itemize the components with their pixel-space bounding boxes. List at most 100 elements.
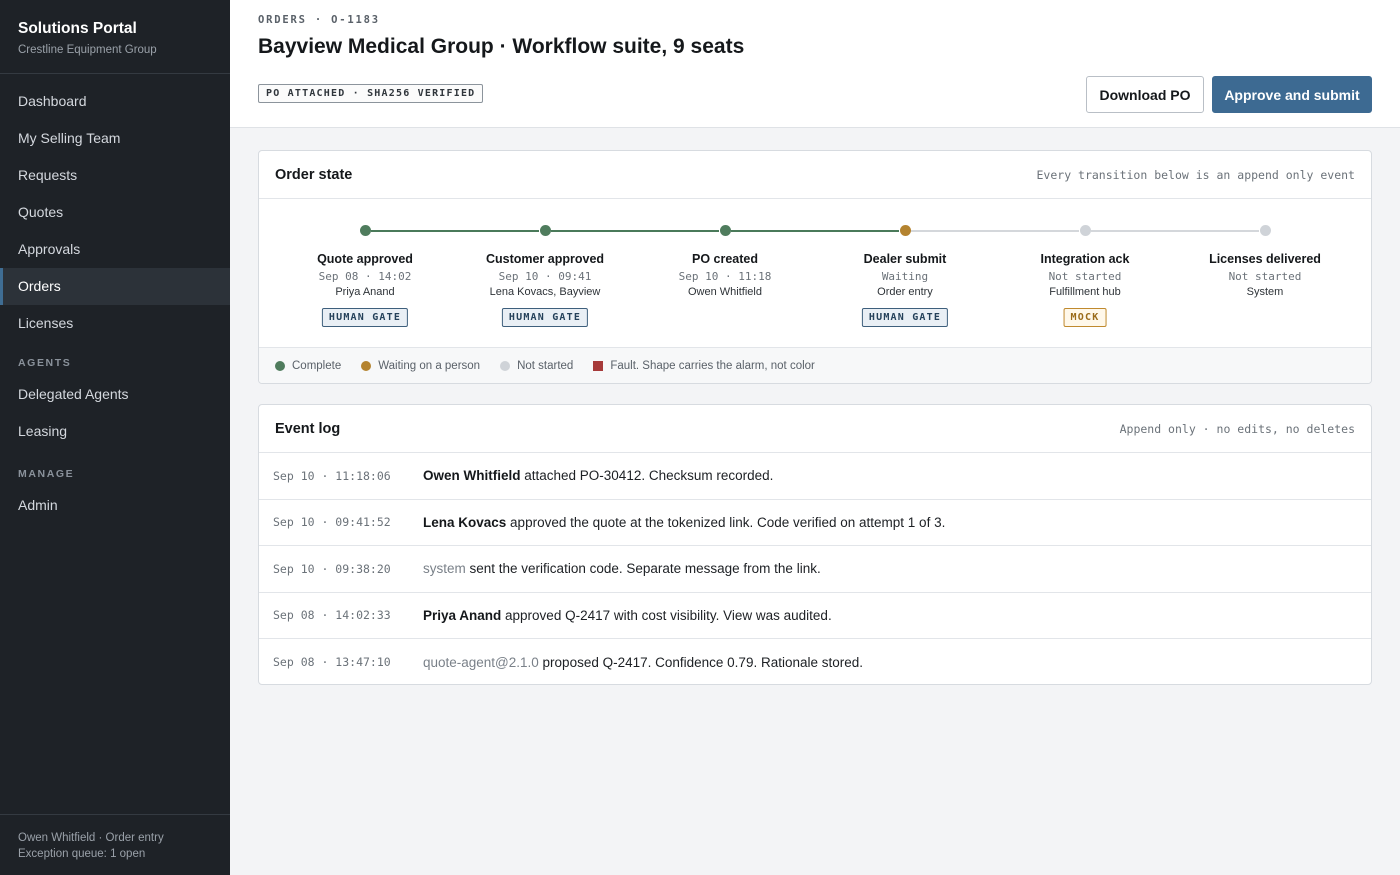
legend-label: Waiting on a person bbox=[378, 360, 481, 372]
sidebar-footer: Owen Whitfield · Order entry Exception q… bbox=[0, 814, 230, 875]
step-time: Waiting bbox=[881, 270, 929, 283]
legend-complete: Complete bbox=[275, 360, 341, 372]
step-actor: Lena Kovacs, Bayview bbox=[489, 286, 601, 298]
nav-section-manage: MANAGE bbox=[18, 468, 75, 480]
event-message: Priya Anand approved Q-2417 with cost vi… bbox=[423, 608, 832, 623]
step-actor: Fulfillment hub bbox=[1049, 286, 1121, 298]
sidebar-item-my-selling-team[interactable]: My Selling Team bbox=[0, 120, 230, 157]
status-dot-not-started bbox=[1080, 225, 1091, 236]
sidebar-item-requests[interactable]: Requests bbox=[0, 157, 230, 194]
event-actor: Lena Kovacs bbox=[423, 514, 507, 530]
event-text: proposed Q-2417. Confidence 0.79. Ration… bbox=[538, 654, 864, 670]
event-message: Lena Kovacs approved the quote at the to… bbox=[423, 515, 945, 530]
breadcrumb[interactable]: ORDERS · O-1183 bbox=[258, 14, 1372, 26]
not-started-dot-icon bbox=[500, 361, 511, 371]
event-log-header: Event log Append only · no edits, no del… bbox=[259, 405, 1371, 453]
sidebar-item-quotes[interactable]: Quotes bbox=[0, 194, 230, 231]
step-time: Not started bbox=[1048, 270, 1122, 283]
event-text: sent the verification code. Separate mes… bbox=[465, 561, 821, 577]
track-segment bbox=[551, 230, 719, 232]
event-time: Sep 10 · 09:41:52 bbox=[273, 515, 391, 530]
step-name: Integration ack bbox=[1040, 252, 1130, 266]
event-actor: Owen Whitfield bbox=[423, 468, 521, 484]
step-actor: System bbox=[1246, 286, 1284, 298]
event-message: system sent the verification code. Separ… bbox=[423, 561, 821, 576]
page-title: Bayview Medical Group · Workflow suite, … bbox=[258, 35, 745, 58]
legend-not-started: Not started bbox=[500, 360, 573, 372]
download-po-button[interactable]: Download PO bbox=[1086, 76, 1204, 113]
status-dot-not-started bbox=[1260, 225, 1271, 236]
nav-section-agents: AGENTS bbox=[18, 357, 72, 369]
sidebar: Solutions Portal Crestline Equipment Gro… bbox=[0, 0, 230, 875]
exception-queue-status[interactable]: Exception queue: 1 open bbox=[18, 846, 212, 862]
current-user: Owen Whitfield · Order entry bbox=[18, 832, 164, 844]
sidebar-item-licenses[interactable]: Licenses bbox=[0, 305, 230, 342]
step-time: Sep 10 · 09:41 bbox=[498, 270, 592, 283]
event-time: Sep 08 · 14:02:33 bbox=[273, 608, 391, 623]
sidebar-item-admin[interactable]: Admin bbox=[0, 487, 230, 524]
event-log-title: Event log bbox=[275, 420, 341, 437]
order-state-header: Order state Every transition below is an… bbox=[259, 151, 1371, 199]
complete-dot-icon bbox=[275, 361, 285, 371]
step-time: Not started bbox=[1228, 270, 1302, 283]
main-nav: Dashboard My Selling Team Requests Quote… bbox=[0, 74, 230, 524]
order-state-note: Every transition below is an append only… bbox=[1036, 167, 1356, 182]
legend-label: Not started bbox=[517, 360, 574, 372]
track-segment bbox=[911, 230, 1079, 232]
event-time: Sep 10 · 11:18:06 bbox=[273, 468, 391, 483]
sidebar-item-approvals[interactable]: Approvals bbox=[0, 231, 230, 268]
event-time: Sep 10 · 09:38:20 bbox=[273, 561, 391, 576]
event-row: Sep 08 · 14:02:33 Priya Anand approved Q… bbox=[259, 593, 1371, 639]
sidebar-item-delegated-agents[interactable]: Delegated Agents bbox=[0, 376, 230, 413]
step-actor: Priya Anand bbox=[335, 286, 395, 298]
event-text: attached PO-30412. Checksum recorded. bbox=[520, 468, 774, 484]
approve-and-submit-button[interactable]: Approve and submit bbox=[1212, 76, 1372, 113]
step-time: Sep 10 · 11:18 bbox=[678, 270, 772, 283]
event-text: approved Q-2417 with cost visibility. Vi… bbox=[501, 607, 832, 623]
human-gate-badge: HUMAN GATE bbox=[861, 308, 949, 327]
step-name: Quote approved bbox=[317, 252, 413, 266]
event-log-list: Sep 10 · 11:18:06 Owen Whitfield attache… bbox=[259, 453, 1371, 684]
mock-badge: MOCK bbox=[1063, 308, 1107, 327]
event-row: Sep 10 · 09:41:52 Lena Kovacs approved t… bbox=[259, 500, 1371, 546]
event-row: Sep 10 · 09:38:20 system sent the verifi… bbox=[259, 546, 1371, 593]
org-name: Crestline Equipment Group bbox=[18, 44, 157, 56]
brand: Solutions Portal Crestline Equipment Gro… bbox=[0, 0, 230, 74]
page-header: ORDERS · O-1183 Bayview Medical Group · … bbox=[230, 0, 1400, 128]
track-segment bbox=[371, 230, 539, 232]
legend-label: Fault. Shape carries the alarm, not colo… bbox=[610, 360, 815, 372]
status-dot-complete bbox=[540, 225, 551, 236]
step-actor: Order entry bbox=[877, 286, 933, 298]
order-state-panel: Order state Every transition below is an… bbox=[258, 150, 1372, 384]
po-status-badge: PO ATTACHED · SHA256 VERIFIED bbox=[258, 84, 484, 103]
event-row: Sep 08 · 13:47:10 quote-agent@2.1.0 prop… bbox=[259, 639, 1371, 684]
step-name: Licenses delivered bbox=[1209, 252, 1321, 266]
sidebar-item-orders[interactable]: Orders bbox=[0, 268, 230, 305]
event-actor: system bbox=[423, 561, 466, 577]
event-actor: Priya Anand bbox=[423, 607, 502, 623]
event-log-panel: Event log Append only · no edits, no del… bbox=[258, 404, 1372, 685]
status-dot-waiting bbox=[900, 225, 911, 236]
track-segment bbox=[731, 230, 899, 232]
step-time: Sep 08 · 14:02 bbox=[318, 270, 412, 283]
sidebar-item-leasing[interactable]: Leasing bbox=[0, 413, 230, 450]
event-message: quote-agent@2.1.0 proposed Q-2417. Confi… bbox=[423, 655, 863, 670]
order-stepper: Quote approved Sep 08 · 14:02 Priya Anan… bbox=[259, 199, 1371, 347]
event-actor: quote-agent@2.1.0 bbox=[423, 654, 539, 670]
sidebar-item-dashboard[interactable]: Dashboard bbox=[0, 83, 230, 120]
fault-square-icon bbox=[593, 361, 604, 371]
event-message: Owen Whitfield attached PO-30412. Checks… bbox=[423, 468, 773, 483]
legend-waiting: Waiting on a person bbox=[361, 360, 480, 372]
track-segment bbox=[1091, 230, 1259, 232]
status-legend: Complete Waiting on a person Not started… bbox=[259, 347, 1371, 383]
event-text: approved the quote at the tokenized link… bbox=[506, 514, 946, 530]
status-dot-complete bbox=[360, 225, 371, 236]
event-log-note: Append only · no edits, no deletes bbox=[1119, 421, 1355, 436]
human-gate-badge: HUMAN GATE bbox=[501, 308, 589, 327]
legend-label: Complete bbox=[292, 360, 342, 372]
legend-fault: Fault. Shape carries the alarm, not colo… bbox=[593, 360, 815, 372]
event-time: Sep 08 · 13:47:10 bbox=[273, 655, 391, 670]
step-actor: Owen Whitfield bbox=[688, 286, 762, 298]
status-dot-complete bbox=[720, 225, 731, 236]
step-name: Customer approved bbox=[485, 252, 605, 266]
